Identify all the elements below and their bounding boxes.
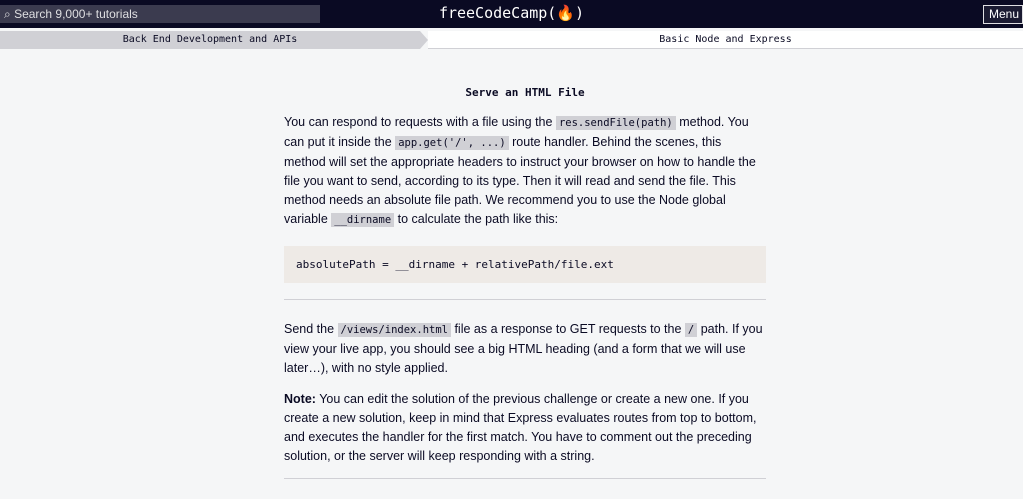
note-paragraph: Note: You can edit the solution of the p… [284, 390, 766, 466]
challenge-title: Serve an HTML File [465, 86, 585, 99]
menu-button[interactable]: Menu [983, 5, 1023, 24]
divider [284, 299, 766, 300]
text: file as a response to GET requests to th… [450, 322, 685, 336]
inline-code: / [684, 323, 698, 337]
intro-paragraph: You can respond to requests with a file … [284, 113, 766, 230]
inline-code: app.get('/', ...) [395, 136, 509, 150]
instructions-paragraph: Send the /views/index.html file as a res… [284, 320, 766, 378]
breadcrumb: Back End Development and APIs Basic Node… [0, 31, 1023, 51]
divider [284, 478, 766, 479]
inline-code: /views/index.html [337, 323, 451, 337]
note-label: Note: [284, 392, 316, 406]
text: You can respond to requests with a file … [284, 115, 556, 129]
code-block: absolutePath = __dirname + relativePath/… [284, 246, 766, 283]
breadcrumb-block[interactable]: Basic Node and Express [428, 31, 1023, 49]
inline-code: __dirname [331, 213, 395, 227]
text: to calculate the path like this: [394, 212, 559, 226]
breadcrumb-superblock[interactable]: Back End Development and APIs [0, 31, 428, 49]
logo[interactable]: freeCodeCamp(🔥) [0, 4, 1023, 22]
text: Send the [284, 322, 338, 336]
top-nav: ⌕ Search 9,000+ tutorials freeCodeCamp(🔥… [0, 0, 1023, 28]
inline-code: res.sendFile(path) [555, 116, 676, 130]
note-text: You can edit the solution of the previou… [284, 392, 757, 463]
challenge-description: Serve an HTML File You can respond to re… [284, 86, 766, 499]
